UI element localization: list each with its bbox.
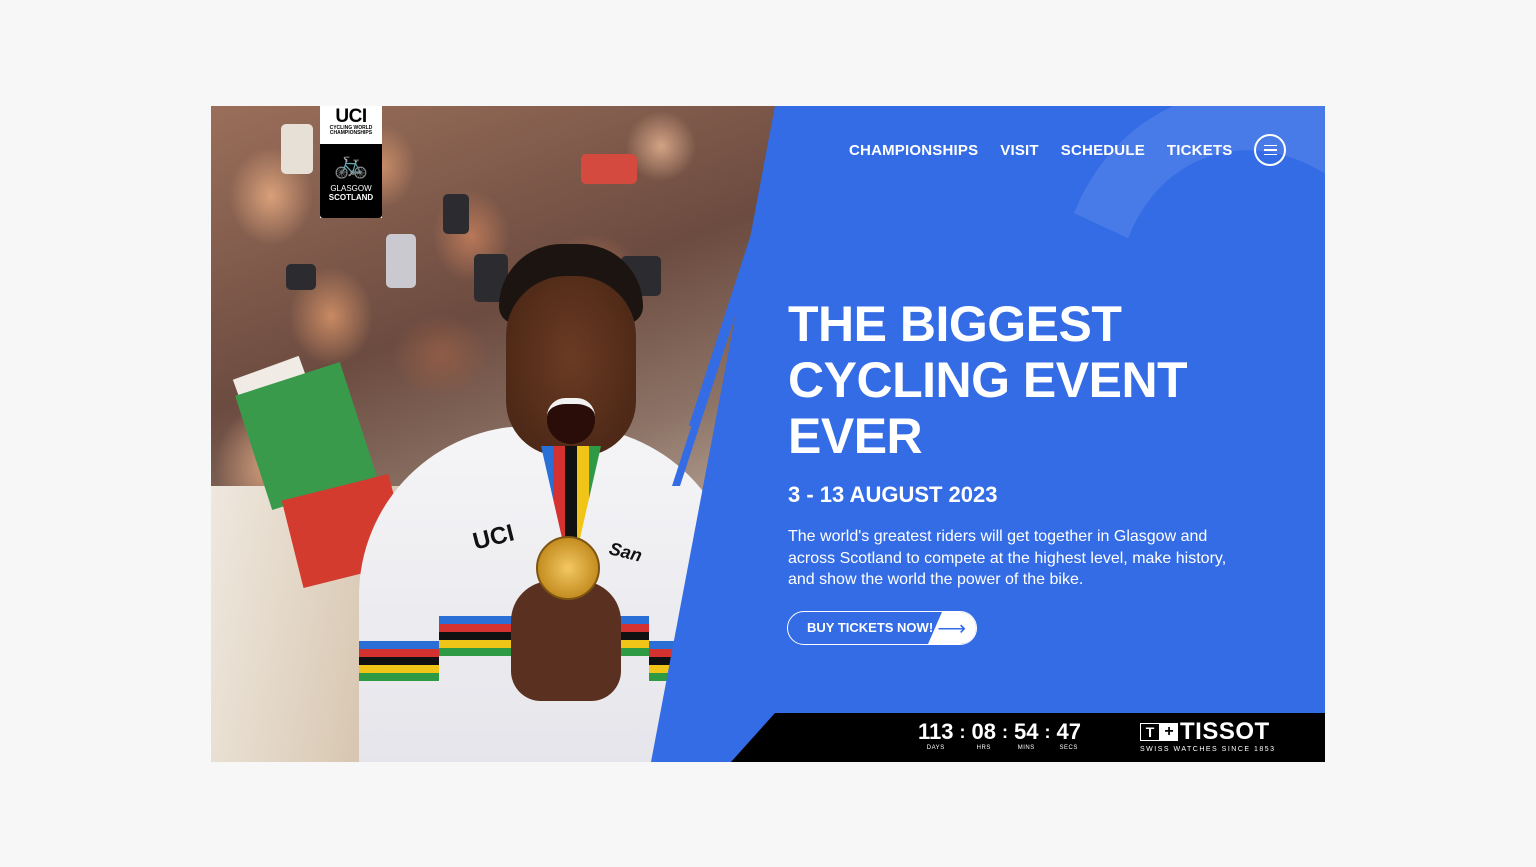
logo-subtitle: CYCLING WORLD CHAMPIONSHIPS (329, 125, 373, 136)
logo-badge: 🚲 GLASGOW SCOTLAND (320, 144, 382, 218)
countdown-separator: : (959, 722, 966, 742)
logo-brand: UCI (335, 106, 367, 127)
nav-item-championships[interactable]: CHAMPIONSHIPS (849, 142, 978, 159)
countdown-separator: : (1044, 722, 1051, 742)
jersey-stripe (359, 673, 439, 681)
countdown-timer: 113 DAYS : 08 HRS : 54 MINS : 47 SECS (918, 720, 1081, 752)
event-dates: 3 - 13 AUGUST 2023 (788, 482, 998, 507)
nav-item-schedule[interactable]: SCHEDULE (1061, 142, 1145, 159)
swiss-cross-icon: + (1160, 723, 1178, 741)
jersey-stripe (359, 657, 439, 665)
sponsor-tagline: SWISS WATCHES SINCE 1853 (1140, 746, 1276, 753)
countdown-value: 47 (1056, 719, 1081, 744)
headline-line: THE BIGGEST (788, 296, 1122, 352)
tissot-t-icon: T (1140, 723, 1160, 741)
jersey-stripe (359, 665, 439, 673)
countdown-label: DAYS (926, 745, 945, 751)
countdown-value: 08 (971, 719, 996, 744)
countdown-label: MINS (1017, 745, 1035, 751)
buy-tickets-label: BUY TICKETS NOW! (807, 620, 934, 635)
tissot-sponsor-logo[interactable]: T + TISSOT SWISS WATCHES SINCE 1853 (1140, 720, 1276, 753)
spectator-phone (281, 124, 313, 174)
hamburger-menu-icon[interactable] (1254, 134, 1287, 166)
arrow-right-icon: ⟶ (937, 618, 966, 640)
nav-item-visit[interactable]: VISIT (1000, 142, 1039, 159)
nav-item-tickets[interactable]: TICKETS (1167, 142, 1233, 159)
countdown-label: SECS (1059, 745, 1078, 751)
athlete-mouth (547, 398, 595, 444)
jersey-stripe (359, 641, 439, 649)
spectator-phone (386, 234, 416, 288)
sponsor-name: TISSOT (1180, 718, 1270, 745)
countdown-label: HRS (976, 745, 991, 751)
hero-headline: THE BIGGEST CYCLING EVENT EVER (788, 296, 1208, 464)
uci-championships-logo[interactable]: UCI CYCLING WORLD CHAMPIONSHIPS 🚲 GLASGO… (320, 106, 382, 218)
countdown-seconds: 47 SECS (1056, 720, 1080, 752)
countdown-separator: : (1001, 722, 1008, 742)
spectator-phone (286, 264, 316, 290)
hero-description: The world's greatest riders will get tog… (788, 528, 1227, 588)
countdown-minutes: 54 MINS (1014, 720, 1038, 752)
buy-tickets-button[interactable]: BUY TICKETS NOW! ⟶ (787, 611, 977, 645)
spectator-phone (443, 194, 469, 234)
countdown-value: 113 (918, 719, 954, 744)
bicycle-icon: 🚲 (333, 148, 369, 179)
jersey-stripe (359, 649, 439, 657)
countdown-days: 113 DAYS (918, 720, 954, 752)
main-nav: CHAMPIONSHIPS VISIT SCHEDULE TICKETS (849, 134, 1287, 166)
headline-line: CYCLING EVENT (788, 352, 1188, 408)
logo-city: GLASGOW (330, 184, 372, 193)
countdown-value: 54 (1013, 719, 1039, 744)
countdown-hours: 08 HRS (972, 720, 996, 752)
spectator-phone (581, 154, 637, 184)
logo-country: SCOTLAND (328, 193, 374, 202)
hero-section: UCI San UCI CYCLING WORLD CHAMPIONSHIPS … (211, 106, 1325, 762)
headline-line: EVER (788, 408, 923, 464)
gold-medal-icon (536, 536, 600, 600)
